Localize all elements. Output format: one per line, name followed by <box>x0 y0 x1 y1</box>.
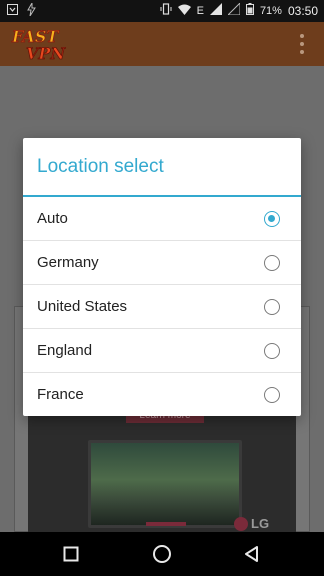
radio-button[interactable] <box>264 343 280 359</box>
option-france[interactable]: France <box>23 373 301 417</box>
option-label: England <box>37 342 93 359</box>
option-label: Germany <box>37 254 99 271</box>
logo-text-bottom: VPN <box>26 44 66 63</box>
vibrate-icon <box>160 3 172 18</box>
network-type-label: E <box>196 4 204 17</box>
recents-square-icon[interactable] <box>59 542 83 566</box>
back-triangle-icon[interactable] <box>240 542 264 566</box>
app-logo: FAST VPN <box>10 25 90 64</box>
overflow-menu-icon[interactable] <box>298 32 306 56</box>
lg-logo-icon <box>234 516 248 531</box>
home-circle-icon[interactable] <box>150 542 174 566</box>
ad-brand-text: LG <box>251 516 270 531</box>
radio-button[interactable] <box>264 299 280 315</box>
option-germany[interactable]: Germany <box>23 241 301 285</box>
battery-icon <box>245 3 254 18</box>
flash-icon <box>27 1 36 19</box>
ad-banner[interactable]: Learn more LG <box>28 400 296 532</box>
option-label: France <box>37 386 84 403</box>
option-england[interactable]: England <box>23 329 301 373</box>
option-label: United States <box>37 298 128 315</box>
radio-button-selected[interactable] <box>264 211 280 227</box>
battery-percent: 71% <box>259 4 282 17</box>
system-nav-bar <box>0 532 324 576</box>
status-bar: E 71% 03:50 <box>0 0 324 22</box>
dialog-title: Location select <box>37 156 164 177</box>
ad-brand-logo: LG <box>234 516 269 531</box>
option-auto[interactable]: Auto <box>23 197 301 241</box>
download-notification-icon <box>7 4 18 18</box>
radio-button[interactable] <box>264 387 280 403</box>
option-united-states[interactable]: United States <box>23 285 301 329</box>
app-bar: FAST VPN <box>0 22 324 66</box>
ad-tv-image <box>88 440 242 528</box>
no-signal-icon <box>226 1 241 18</box>
ad-tv-stand <box>146 522 186 526</box>
wifi-icon <box>177 4 191 18</box>
clock: 03:50 <box>287 3 318 18</box>
location-select-dialog: Location select Auto Germany United Stat… <box>23 138 301 416</box>
option-label: Auto <box>37 210 68 227</box>
signal-icon <box>209 3 222 18</box>
radio-button[interactable] <box>264 255 280 271</box>
